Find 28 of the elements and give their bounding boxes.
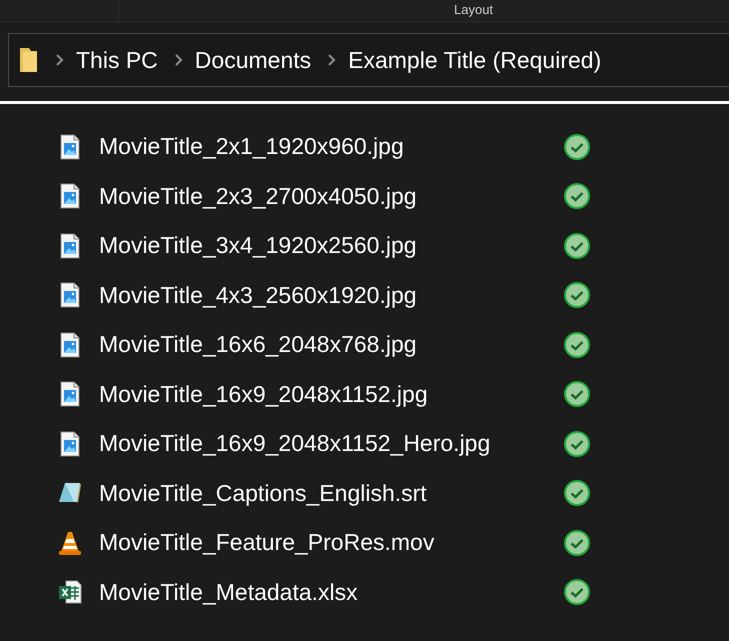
folder-icon [19,46,39,74]
breadcrumb-item[interactable]: This PC [76,46,158,74]
toolbar-label[interactable]: Layout [454,0,494,22]
image-file-icon [58,232,82,259]
file-name[interactable]: MovieTitle_2x3_2700x4050.jpg [99,182,564,210]
file-name[interactable]: MovieTitle_4x3_2560x1920.jpg [99,282,564,309]
file-name[interactable]: MovieTitle_2x1_1920x960.jpg [99,133,564,160]
chevron-icon [327,53,336,67]
file-name[interactable]: MovieTitle_16x9_2048x1152.jpg [99,380,564,408]
address-bar[interactable]: This PC Documents Example Title (Required) [8,33,729,87]
traffic-cone-icon [58,530,82,556]
breadcrumb-item[interactable]: Example Title (Required) [348,46,602,74]
chevron-icon [55,53,64,67]
file-name[interactable]: MovieTitle_16x6_2048x768.jpg [99,331,564,358]
image-file-icon [58,430,82,457]
image-file-icon [58,332,82,358]
spreadsheet-icon [58,579,82,606]
image-file-icon [58,183,82,210]
breadcrumb-item[interactable]: Documents [194,46,312,74]
file-name[interactable]: MovieTitle_Feature_ProRes.mov [99,529,564,556]
file-name[interactable]: MovieTitle_Metadata.xlsx [99,578,564,606]
image-file-icon [58,381,82,408]
chevron-icon [174,53,183,67]
file-name[interactable]: MovieTitle_Captions_English.srt [99,480,564,507]
file-name[interactable]: MovieTitle_16x9_2048x1152_Hero.jpg [99,430,564,458]
image-file-icon [58,282,82,308]
image-file-icon [58,134,82,160]
file-name[interactable]: MovieTitle_3x4_1920x2560.jpg [99,232,564,260]
